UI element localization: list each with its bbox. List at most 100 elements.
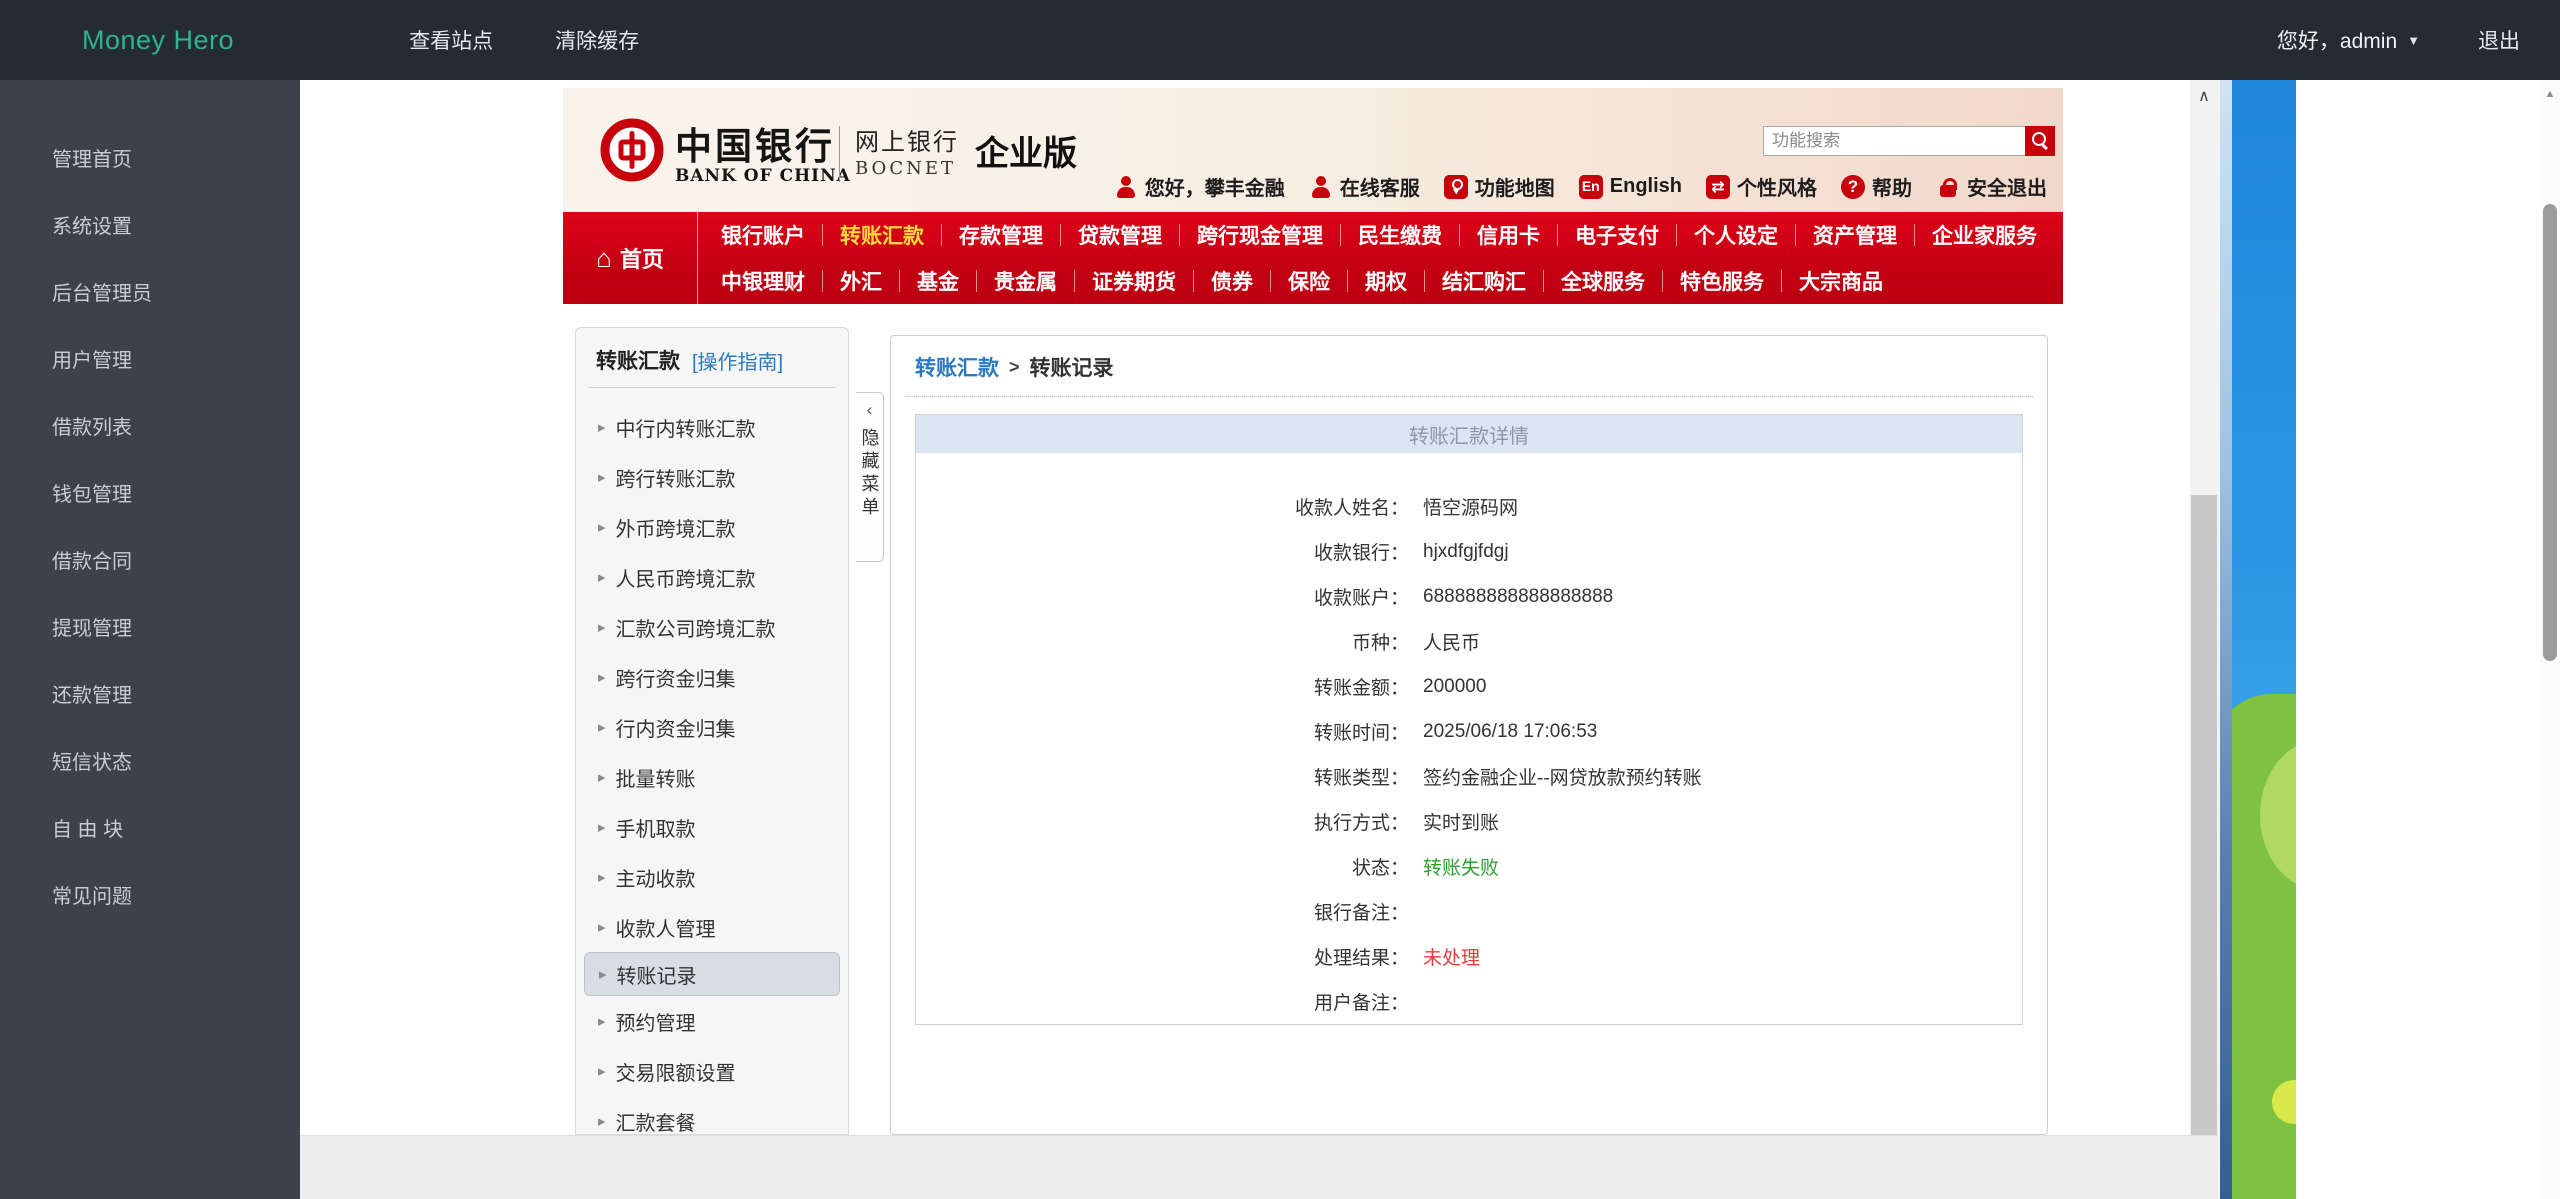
outer-scrollbar-thumb[interactable] bbox=[2543, 204, 2557, 661]
quick-link[interactable]: 功能地图 bbox=[1444, 172, 1555, 201]
detail-label: 银行备注： bbox=[916, 898, 1409, 925]
chevron-down-icon: ▼ bbox=[2407, 33, 2420, 48]
quick-link[interactable]: English bbox=[1579, 175, 1682, 199]
chevron-right-icon: ▸ bbox=[598, 818, 606, 836]
topbar-link[interactable]: 查看站点 bbox=[409, 25, 493, 55]
sidebar-item[interactable]: 常见问题 bbox=[0, 861, 300, 928]
breadcrumb-parent[interactable]: 转账汇款 bbox=[915, 352, 999, 382]
sidebar-item[interactable]: 短信状态 bbox=[0, 727, 300, 794]
sidebar-item[interactable]: 还款管理 bbox=[0, 660, 300, 727]
nav-item[interactable]: 大宗商品 bbox=[1781, 270, 1900, 292]
nav-item[interactable]: 跨行现金管理 bbox=[1179, 224, 1340, 246]
hide-menu-label: 隐藏菜单 bbox=[857, 428, 883, 520]
quick-link-icon bbox=[1706, 175, 1730, 199]
menu-item[interactable]: ▸ 主动收款 bbox=[576, 852, 848, 902]
scroll-up-icon[interactable]: ∧ bbox=[2190, 86, 2218, 106]
detail-value: 转账失败 bbox=[1423, 853, 1499, 880]
detail-row: 执行方式： 实时到账 bbox=[916, 799, 2022, 844]
greeting-text: 您好，admin bbox=[2277, 25, 2397, 55]
search-input[interactable] bbox=[1763, 126, 2025, 156]
sidebar-item[interactable]: 借款合同 bbox=[0, 526, 300, 593]
nav-item[interactable]: 基金 bbox=[899, 270, 976, 292]
sidebar-item[interactable]: 系统设置 bbox=[0, 191, 300, 258]
menu-item[interactable]: ▸ 人民币跨境汇款 bbox=[576, 552, 848, 602]
quick-link[interactable]: 在线客服 bbox=[1309, 172, 1420, 201]
nav-item[interactable]: 电子支付 bbox=[1557, 224, 1676, 246]
chevron-right-icon: ▸ bbox=[598, 918, 606, 936]
header-quick-links: 您好，攀丰金融 在线客服 功能地图 English bbox=[1114, 172, 2047, 201]
nav-rows: 银行账户转账汇款存款管理贷款管理跨行现金管理民生缴费信用卡电子支付个人设定资产管… bbox=[698, 212, 2063, 304]
nav-item[interactable]: 贵金属 bbox=[976, 270, 1074, 292]
topbar-link[interactable]: 清除缓存 bbox=[555, 25, 639, 55]
nav-item[interactable]: 债券 bbox=[1193, 270, 1270, 292]
menu-item[interactable]: ▸ 汇款套餐 bbox=[576, 1096, 848, 1135]
ebank-subtitle: BOCNET bbox=[855, 158, 956, 179]
scroll-up-icon[interactable]: ▲ bbox=[2540, 88, 2560, 100]
menu-item[interactable]: ▸ 汇款公司跨境汇款 bbox=[576, 602, 848, 652]
search-icon[interactable] bbox=[2025, 126, 2055, 156]
hide-menu-tab[interactable]: ‹ 隐藏菜单 bbox=[856, 392, 884, 562]
sidebar-item[interactable]: 借款列表 bbox=[0, 392, 300, 459]
quick-link[interactable]: 帮助 bbox=[1841, 172, 1912, 201]
app-logo[interactable]: Money Hero bbox=[82, 25, 234, 56]
inner-scrollbar-thumb[interactable] bbox=[2191, 495, 2217, 1135]
nav-item[interactable]: 贷款管理 bbox=[1060, 224, 1179, 246]
nav-home-label: 首页 bbox=[620, 242, 664, 274]
detail-value: 200000 bbox=[1423, 676, 1486, 698]
nav-item[interactable]: 民生缴费 bbox=[1340, 224, 1459, 246]
quick-link[interactable]: 安全退出 bbox=[1936, 172, 2047, 201]
breadcrumb-separator: > bbox=[1009, 357, 1020, 378]
quick-link-label: 您好，攀丰金融 bbox=[1145, 172, 1285, 201]
menu-item[interactable]: ▸ 交易限额设置 bbox=[576, 1046, 848, 1096]
menu-item[interactable]: ▸ 中行内转账汇款 bbox=[576, 402, 848, 452]
detail-body: 收款人姓名： 悟空源码网 收款银行： hjxdfgjfdgj 收款账户： 688… bbox=[916, 453, 2022, 1024]
admin-topbar: Money Hero 查看站点 清除缓存 您好，admin ▼ 退出 bbox=[0, 0, 2560, 80]
sidebar-item[interactable]: 后台管理员 bbox=[0, 258, 300, 325]
function-search bbox=[1763, 126, 2055, 156]
menu-item[interactable]: ▸ 行内资金归集 bbox=[576, 702, 848, 752]
quick-link[interactable]: 您好，攀丰金融 bbox=[1114, 172, 1285, 201]
menu-item[interactable]: ▸ 预约管理 bbox=[576, 996, 848, 1046]
sidebar-item[interactable]: 提现管理 bbox=[0, 593, 300, 660]
quick-link[interactable]: 个性风格 bbox=[1706, 172, 1817, 201]
detail-row: 转账类型： 签约金融企业--网贷放款预约转账 bbox=[916, 754, 2022, 799]
nav-item[interactable]: 资产管理 bbox=[1795, 224, 1914, 246]
nav-item[interactable]: 证券期货 bbox=[1074, 270, 1193, 292]
sidebar-item[interactable]: 自 由 块 bbox=[0, 794, 300, 861]
menu-item[interactable]: ▸ 跨行转账汇款 bbox=[576, 452, 848, 502]
nav-item[interactable]: 全球服务 bbox=[1543, 270, 1662, 292]
menu-item[interactable]: ▸ 跨行资金归集 bbox=[576, 652, 848, 702]
nav-item[interactable]: 期权 bbox=[1347, 270, 1424, 292]
chevron-right-icon: ▸ bbox=[598, 668, 606, 686]
nav-item[interactable]: 转账汇款 bbox=[822, 224, 941, 246]
nav-item[interactable]: 中银理财 bbox=[704, 266, 822, 296]
menu-item[interactable]: ▸ 转账记录 bbox=[584, 952, 840, 996]
menu-item[interactable]: ▸ 外币跨境汇款 bbox=[576, 502, 848, 552]
detail-row: 收款账户： 688888888888888888 bbox=[916, 574, 2022, 619]
sidebar-item[interactable]: 管理首页 bbox=[0, 124, 300, 191]
nav-item[interactable]: 结汇购汇 bbox=[1424, 270, 1543, 292]
sidebar-item[interactable]: 用户管理 bbox=[0, 325, 300, 392]
nav-item[interactable]: 企业家服务 bbox=[1914, 224, 2054, 246]
nav-home[interactable]: ⌂ 首页 bbox=[563, 212, 698, 304]
nav-item[interactable]: 特色服务 bbox=[1662, 270, 1781, 292]
user-menu[interactable]: 您好，admin ▼ bbox=[2277, 25, 2420, 55]
logout-button[interactable]: 退出 bbox=[2478, 25, 2520, 55]
nav-item[interactable]: 存款管理 bbox=[941, 224, 1060, 246]
nav-item[interactable]: 银行账户 bbox=[704, 220, 822, 250]
bank-name-en: BANK OF CHINA bbox=[675, 166, 851, 186]
menu-item[interactable]: ▸ 收款人管理 bbox=[576, 902, 848, 952]
menu-item[interactable]: ▸ 手机取款 bbox=[576, 802, 848, 852]
detail-row: 用户备注： bbox=[916, 979, 2022, 1024]
menu-item[interactable]: ▸ 批量转账 bbox=[576, 752, 848, 802]
detail-label: 收款账户： bbox=[916, 583, 1409, 610]
nav-item[interactable]: 信用卡 bbox=[1459, 224, 1557, 246]
bank-main-nav: ⌂ 首页 银行账户转账汇款存款管理贷款管理跨行现金管理民生缴费信用卡电子支付个人… bbox=[563, 212, 2063, 304]
nav-item[interactable]: 外汇 bbox=[822, 270, 899, 292]
sidebar-item[interactable]: 钱包管理 bbox=[0, 459, 300, 526]
nav-item[interactable]: 个人设定 bbox=[1676, 224, 1795, 246]
detail-value: 2025/06/18 17:06:53 bbox=[1423, 721, 1597, 743]
detail-label: 收款人姓名： bbox=[916, 493, 1409, 520]
operation-guide-link[interactable]: [操作指南] bbox=[692, 346, 783, 375]
nav-item[interactable]: 保险 bbox=[1270, 270, 1347, 292]
